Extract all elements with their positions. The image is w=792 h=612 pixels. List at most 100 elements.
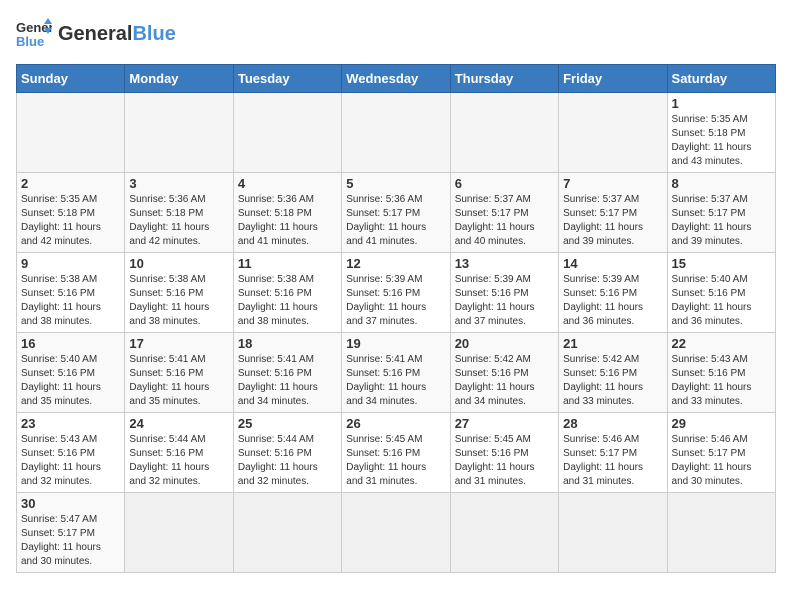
- day-number: 22: [672, 336, 771, 351]
- calendar-cell: [667, 493, 775, 573]
- day-number: 9: [21, 256, 120, 271]
- day-info: Sunrise: 5:47 AM Sunset: 5:17 PM Dayligh…: [21, 513, 120, 569]
- day-info: Sunrise: 5:45 AM Sunset: 5:16 PM Dayligh…: [346, 433, 445, 489]
- calendar-cell: [342, 493, 450, 573]
- calendar-cell: 19Sunrise: 5:41 AM Sunset: 5:16 PM Dayli…: [342, 333, 450, 413]
- day-number: 27: [455, 416, 554, 431]
- calendar-cell: 4 Sunrise: 5:36 AM Sunset: 5:18 PM Daylig…: [233, 173, 341, 253]
- calendar-cell: [125, 93, 233, 173]
- day-number: 26: [346, 416, 445, 431]
- day-info: Sunrise: 5:45 AM Sunset: 5:16 PM Dayligh…: [455, 433, 554, 489]
- calendar-cell: 10 Sunrise: 5:38 AM Sunset: 5:16 PM Dayli…: [125, 253, 233, 333]
- day-info: Sunrise: 5:40 AM Sunset: 5:16 PM Dayligh…: [672, 273, 771, 329]
- calendar-cell: 23 Sunrise: 5:43 AM Sunset: 5:16 PM Dayli…: [17, 413, 125, 493]
- calendar-cell: 16 Sunrise: 5:40 AM Sunset: 5:16 PM Dayli…: [17, 333, 125, 413]
- calendar-header: SundayMondayTuesdayWednesdayThursdayFrid…: [17, 65, 776, 93]
- day-number: 11: [238, 256, 337, 271]
- calendar-cell: [450, 493, 558, 573]
- calendar-cell: 2 Sunrise: 5:35 AM Sunset: 5:18 PM Daylig…: [17, 173, 125, 253]
- day-number: 5: [346, 176, 445, 191]
- day-info: Sunrise: 5:38 AM Sunset: 5:16 PM Dayligh…: [21, 273, 120, 329]
- day-number: 10: [129, 256, 228, 271]
- day-number: 17: [129, 336, 228, 351]
- day-info: Sunrise: 5:39 AM Sunset: 5:16 PM Dayligh…: [455, 273, 554, 329]
- weekday-header-friday: Friday: [559, 65, 667, 93]
- calendar-cell: 21 Sunrise: 5:42 AM Sunset: 5:16 PM Dayli…: [559, 333, 667, 413]
- calendar-cell: 25 Sunrise: 5:44 AM Sunset: 5:16 PM Dayli…: [233, 413, 341, 493]
- day-number: 15: [672, 256, 771, 271]
- day-info: Sunrise: 5:38 AM Sunset: 5:16 PM Dayligh…: [129, 273, 228, 329]
- calendar-cell: 5 Sunrise: 5:36 AM Sunset: 5:17 PM Daylig…: [342, 173, 450, 253]
- calendar-cell: 14Sunrise: 5:39 AM Sunset: 5:16 PM Dayli…: [559, 253, 667, 333]
- calendar-cell: 18Sunrise: 5:41 AM Sunset: 5:16 PM Dayli…: [233, 333, 341, 413]
- day-number: 29: [672, 416, 771, 431]
- day-number: 1: [672, 96, 771, 111]
- day-info: Sunrise: 5:43 AM Sunset: 5:16 PM Dayligh…: [21, 433, 120, 489]
- svg-text:Blue: Blue: [16, 34, 44, 49]
- calendar-cell: 1Sunrise: 5:35 AM Sunset: 5:18 PM Daylig…: [667, 93, 775, 173]
- day-info: Sunrise: 5:44 AM Sunset: 5:16 PM Dayligh…: [238, 433, 337, 489]
- calendar-cell: [342, 93, 450, 173]
- page-header: General Blue GeneralBlue: [16, 16, 776, 52]
- calendar-cell: [559, 93, 667, 173]
- day-number: 2: [21, 176, 120, 191]
- day-info: Sunrise: 5:39 AM Sunset: 5:16 PM Dayligh…: [563, 273, 662, 329]
- day-number: 4: [238, 176, 337, 191]
- logo-icon: General Blue: [16, 16, 52, 52]
- calendar-week-4: 16 Sunrise: 5:40 AM Sunset: 5:16 PM Dayli…: [17, 333, 776, 413]
- day-number: 28: [563, 416, 662, 431]
- day-info: Sunrise: 5:42 AM Sunset: 5:16 PM Dayligh…: [455, 353, 554, 409]
- day-info: Sunrise: 5:41 AM Sunset: 5:16 PM Dayligh…: [129, 353, 228, 409]
- calendar-cell: [17, 93, 125, 173]
- calendar-week-6: 30 Sunrise: 5:47 AM Sunset: 5:17 PM Dayli…: [17, 493, 776, 573]
- day-number: 21: [563, 336, 662, 351]
- day-info: Sunrise: 5:39 AM Sunset: 5:16 PM Dayligh…: [346, 273, 445, 329]
- calendar-cell: 6 Sunrise: 5:37 AM Sunset: 5:17 PM Daylig…: [450, 173, 558, 253]
- calendar-cell: 13 Sunrise: 5:39 AM Sunset: 5:16 PM Dayli…: [450, 253, 558, 333]
- weekday-header-tuesday: Tuesday: [233, 65, 341, 93]
- weekday-header-monday: Monday: [125, 65, 233, 93]
- day-info: Sunrise: 5:37 AM Sunset: 5:17 PM Dayligh…: [672, 193, 771, 249]
- day-number: 19: [346, 336, 445, 351]
- calendar-cell: 22 Sunrise: 5:43 AM Sunset: 5:16 PM Dayli…: [667, 333, 775, 413]
- weekday-header-sunday: Sunday: [17, 65, 125, 93]
- day-info: Sunrise: 5:44 AM Sunset: 5:16 PM Dayligh…: [129, 433, 228, 489]
- day-number: 30: [21, 496, 120, 511]
- day-info: Sunrise: 5:43 AM Sunset: 5:16 PM Dayligh…: [672, 353, 771, 409]
- day-number: 3: [129, 176, 228, 191]
- calendar-week-5: 23 Sunrise: 5:43 AM Sunset: 5:16 PM Dayli…: [17, 413, 776, 493]
- calendar-cell: 15 Sunrise: 5:40 AM Sunset: 5:16 PM Dayli…: [667, 253, 775, 333]
- calendar-cell: [450, 93, 558, 173]
- day-info: Sunrise: 5:41 AM Sunset: 5:16 PM Dayligh…: [238, 353, 337, 409]
- calendar-cell: 3 Sunrise: 5:36 AM Sunset: 5:18 PM Daylig…: [125, 173, 233, 253]
- calendar-cell: [233, 93, 341, 173]
- calendar-cell: 8 Sunrise: 5:37 AM Sunset: 5:17 PM Daylig…: [667, 173, 775, 253]
- day-number: 16: [21, 336, 120, 351]
- calendar-cell: 12Sunrise: 5:39 AM Sunset: 5:16 PM Dayli…: [342, 253, 450, 333]
- day-info: Sunrise: 5:37 AM Sunset: 5:17 PM Dayligh…: [455, 193, 554, 249]
- calendar-cell: 11 Sunrise: 5:38 AM Sunset: 5:16 PM Dayli…: [233, 253, 341, 333]
- day-info: Sunrise: 5:36 AM Sunset: 5:18 PM Dayligh…: [238, 193, 337, 249]
- calendar-week-3: 9 Sunrise: 5:38 AM Sunset: 5:16 PM Daylig…: [17, 253, 776, 333]
- day-number: 8: [672, 176, 771, 191]
- day-info: Sunrise: 5:38 AM Sunset: 5:16 PM Dayligh…: [238, 273, 337, 329]
- day-number: 6: [455, 176, 554, 191]
- weekday-header-thursday: Thursday: [450, 65, 558, 93]
- day-info: Sunrise: 5:42 AM Sunset: 5:16 PM Dayligh…: [563, 353, 662, 409]
- calendar-cell: 26 Sunrise: 5:45 AM Sunset: 5:16 PM Dayli…: [342, 413, 450, 493]
- weekday-header-saturday: Saturday: [667, 65, 775, 93]
- calendar-cell: [233, 493, 341, 573]
- day-number: 13: [455, 256, 554, 271]
- calendar-cell: 27 Sunrise: 5:45 AM Sunset: 5:16 PM Dayli…: [450, 413, 558, 493]
- day-number: 25: [238, 416, 337, 431]
- day-number: 7: [563, 176, 662, 191]
- day-info: Sunrise: 5:35 AM Sunset: 5:18 PM Dayligh…: [21, 193, 120, 249]
- day-number: 20: [455, 336, 554, 351]
- logo: General Blue GeneralBlue: [16, 16, 176, 52]
- calendar-week-2: 2 Sunrise: 5:35 AM Sunset: 5:18 PM Daylig…: [17, 173, 776, 253]
- day-info: Sunrise: 5:36 AM Sunset: 5:18 PM Dayligh…: [129, 193, 228, 249]
- day-info: Sunrise: 5:40 AM Sunset: 5:16 PM Dayligh…: [21, 353, 120, 409]
- day-info: Sunrise: 5:36 AM Sunset: 5:17 PM Dayligh…: [346, 193, 445, 249]
- day-number: 23: [21, 416, 120, 431]
- calendar-cell: 29Sunrise: 5:46 AM Sunset: 5:17 PM Dayli…: [667, 413, 775, 493]
